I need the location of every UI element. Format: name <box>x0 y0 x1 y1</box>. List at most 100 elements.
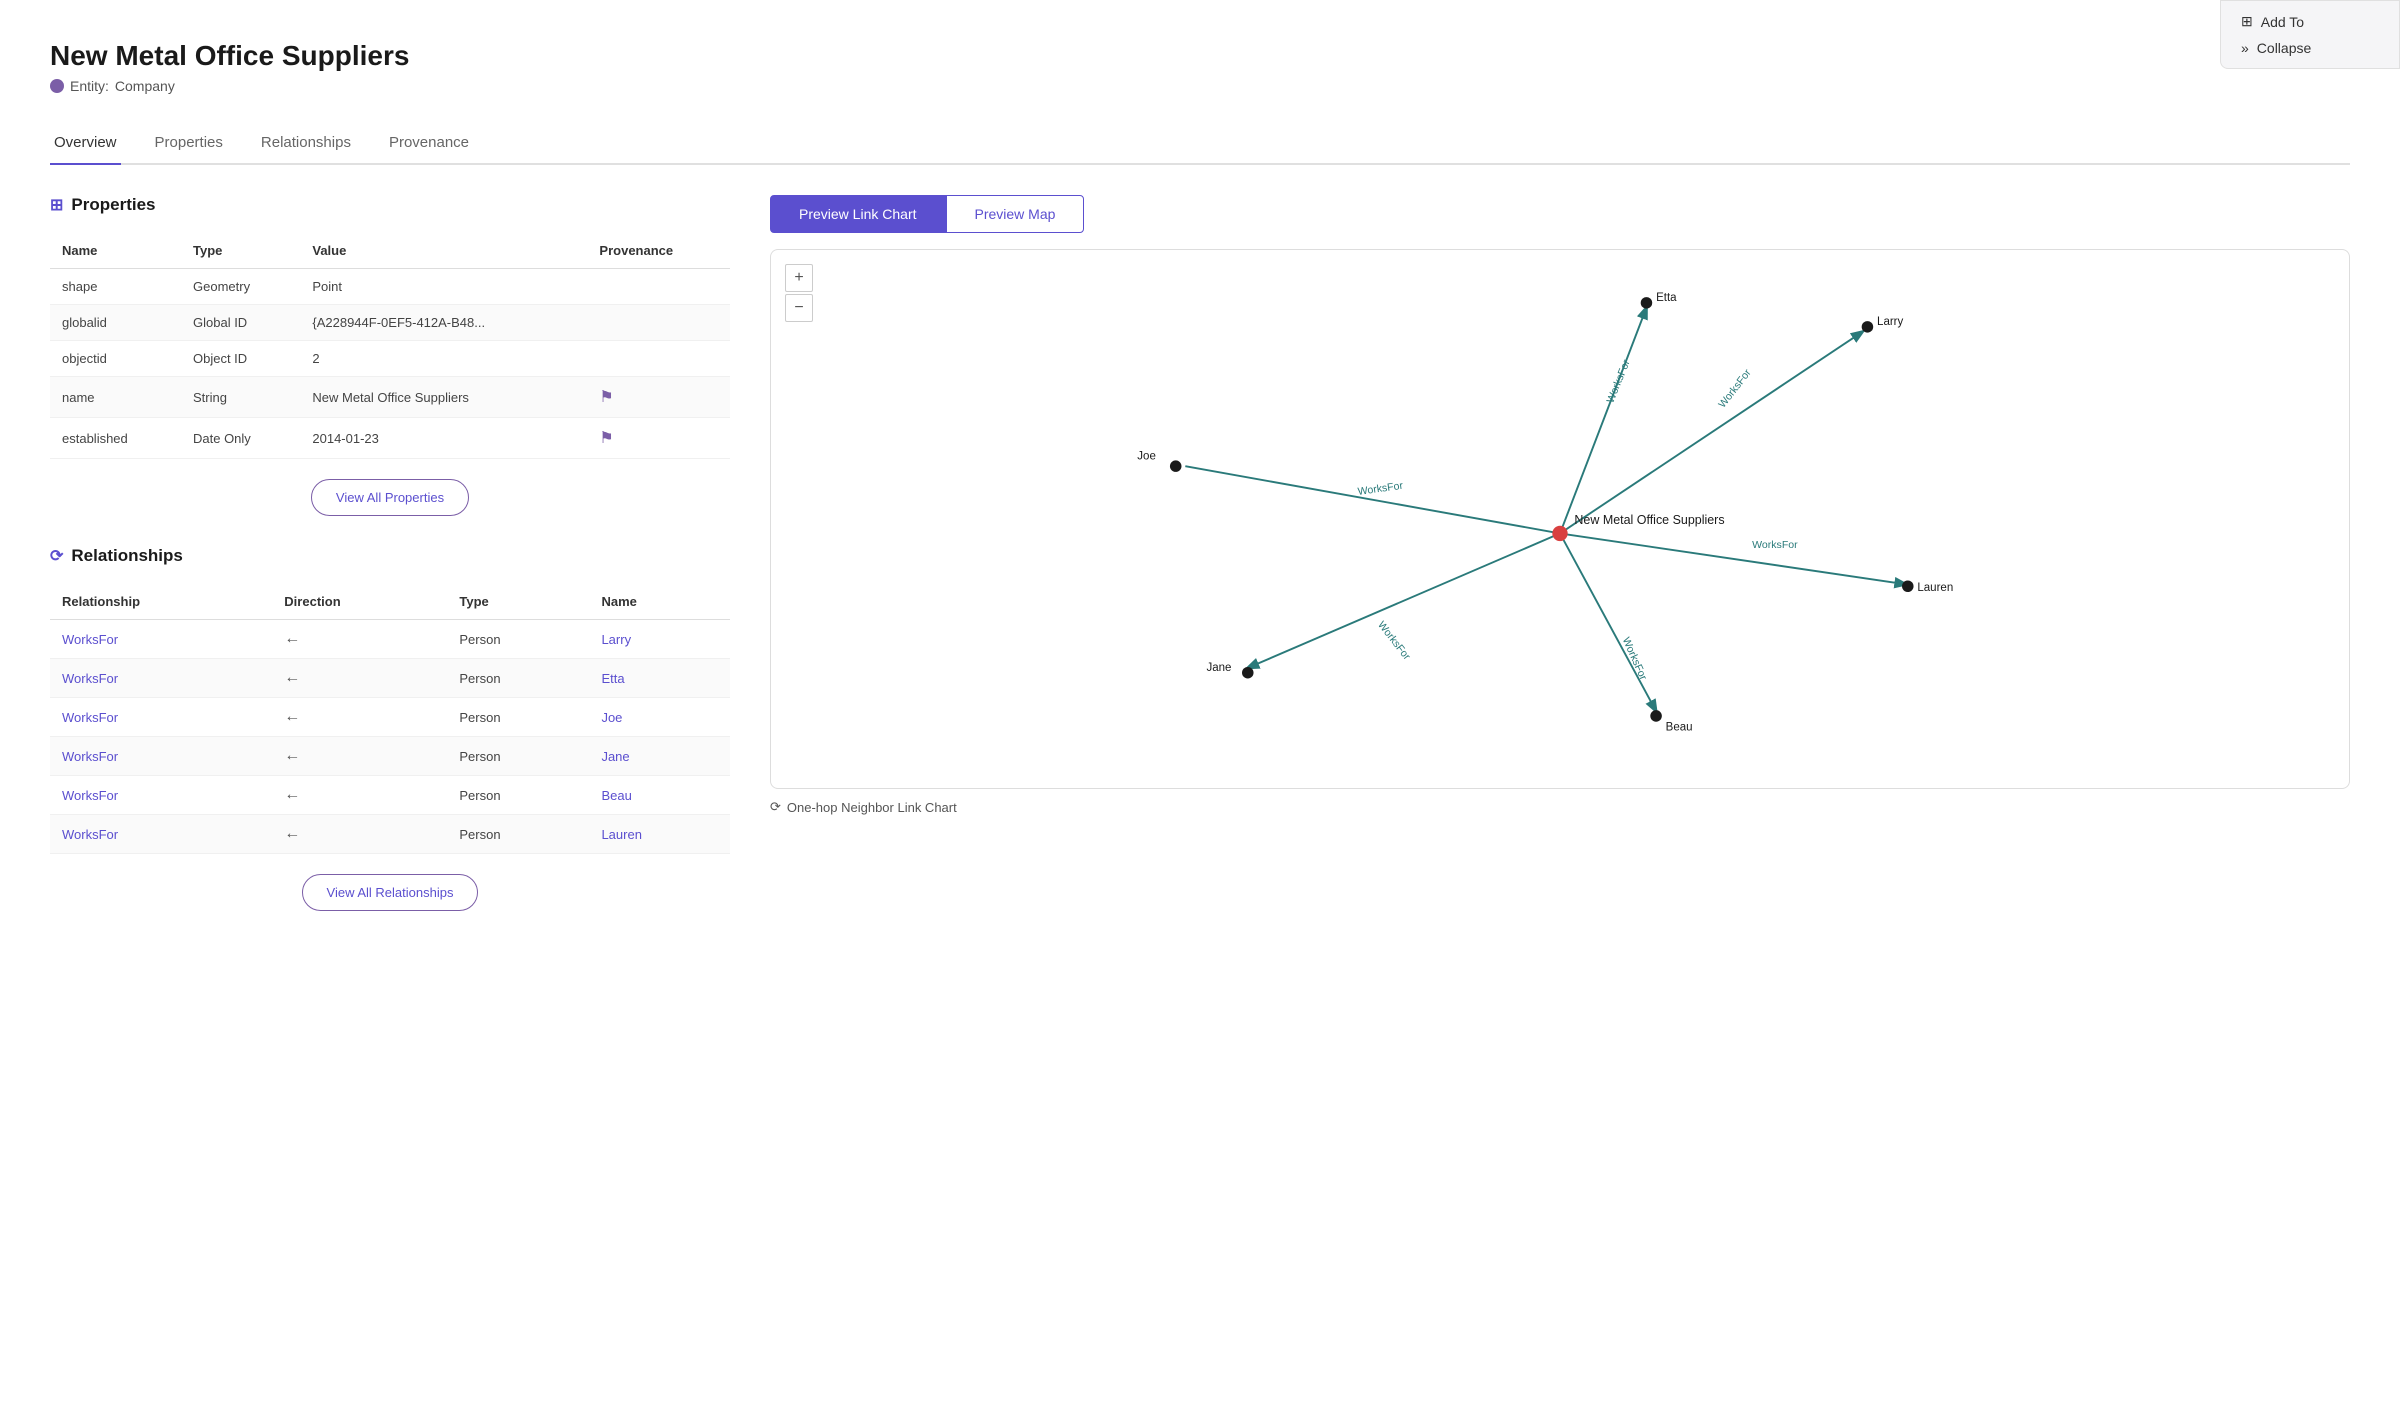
rel-col-relationship: Relationship <box>50 584 272 620</box>
node-joe-label: Joe <box>1137 450 1156 462</box>
prop-name: name <box>50 377 181 418</box>
zoom-in-button[interactable]: + <box>785 264 813 292</box>
rel-direction: ← <box>272 815 447 854</box>
rel-relationship: WorksFor <box>50 698 272 737</box>
table-row: name String New Metal Office Suppliers ⚑ <box>50 377 730 418</box>
table-row: WorksFor ← Person Jane <box>50 737 730 776</box>
node-beau[interactable] <box>1650 710 1662 722</box>
entity-label: Entity: Company <box>50 78 2350 94</box>
edge-label-jane: WorksFor <box>1375 619 1413 663</box>
node-beau-label: Beau <box>1666 721 1693 733</box>
right-column: Preview Link Chart Preview Map + − <box>770 195 2350 931</box>
prop-name: globalid <box>50 305 181 341</box>
prop-value: New Metal Office Suppliers <box>300 377 587 418</box>
tab-relationships[interactable]: Relationships <box>257 124 355 165</box>
edge-label-beau: WorksFor <box>1620 635 1650 682</box>
topbar: ⊞ Add To » Collapse <box>2220 0 2400 69</box>
col-value: Value <box>300 233 587 269</box>
prop-provenance <box>587 305 730 341</box>
node-etta-label: Etta <box>1656 292 1677 304</box>
prop-name: established <box>50 418 181 459</box>
rel-type: Person <box>447 698 589 737</box>
table-row: WorksFor ← Person Beau <box>50 776 730 815</box>
page-title: New Metal Office Suppliers <box>50 40 2350 72</box>
tab-provenance[interactable]: Provenance <box>385 124 473 165</box>
chart-controls: + − <box>785 264 813 322</box>
edge-etta <box>1560 308 1646 534</box>
view-all-relationships-button[interactable]: View All Relationships <box>302 874 479 911</box>
properties-table: Name Type Value Provenance shape Geometr… <box>50 233 730 459</box>
properties-icon: ⊞ <box>50 195 63 215</box>
node-larry[interactable] <box>1862 321 1874 333</box>
table-row: established Date Only 2014-01-23 ⚑ <box>50 418 730 459</box>
table-row: WorksFor ← Person Lauren <box>50 815 730 854</box>
rel-col-direction: Direction <box>272 584 447 620</box>
preview-map-button[interactable]: Preview Map <box>946 195 1085 233</box>
tab-properties[interactable]: Properties <box>151 124 227 165</box>
zoom-out-button[interactable]: − <box>785 294 813 322</box>
rel-direction: ← <box>272 776 447 815</box>
node-etta[interactable] <box>1641 297 1653 309</box>
col-name: Name <box>50 233 181 269</box>
rel-direction: ← <box>272 698 447 737</box>
chart-container: + − <box>770 249 2350 789</box>
rel-name: Etta <box>589 659 730 698</box>
rel-type: Person <box>447 620 589 659</box>
prop-name: shape <box>50 269 181 305</box>
relationships-section-title: ⟳ Relationships <box>50 546 730 566</box>
rel-type: Person <box>447 776 589 815</box>
center-node[interactable] <box>1552 526 1567 541</box>
node-jane[interactable] <box>1242 667 1254 679</box>
rel-direction: ← <box>272 620 447 659</box>
rel-type: Person <box>447 815 589 854</box>
prop-type: Object ID <box>181 341 300 377</box>
rel-relationship: WorksFor <box>50 737 272 776</box>
tabs-bar: Overview Properties Relationships Proven… <box>50 124 2350 165</box>
rel-relationship: WorksFor <box>50 776 272 815</box>
table-row: WorksFor ← Person Larry <box>50 620 730 659</box>
rel-col-type: Type <box>447 584 589 620</box>
relationships-table: Relationship Direction Type Name WorksFo… <box>50 584 730 854</box>
rel-relationship: WorksFor <box>50 620 272 659</box>
col-provenance: Provenance <box>587 233 730 269</box>
node-larry-label: Larry <box>1877 316 1903 328</box>
rel-name: Beau <box>589 776 730 815</box>
prop-value: {A228944F-0EF5-412A-B48... <box>300 305 587 341</box>
add-to-icon: ⊞ <box>2241 13 2253 30</box>
collapse-label: Collapse <box>2257 40 2311 56</box>
rel-direction: ← <box>272 737 447 776</box>
table-row: globalid Global ID {A228944F-0EF5-412A-B… <box>50 305 730 341</box>
tab-overview[interactable]: Overview <box>50 124 121 165</box>
preview-link-chart-button[interactable]: Preview Link Chart <box>770 195 946 233</box>
add-to-button[interactable]: ⊞ Add To <box>2241 13 2379 30</box>
caption-text: One-hop Neighbor Link Chart <box>787 800 957 815</box>
prop-provenance <box>587 269 730 305</box>
rel-col-name: Name <box>589 584 730 620</box>
collapse-button[interactable]: » Collapse <box>2241 40 2379 56</box>
entity-type-text: Company <box>115 78 175 94</box>
rel-relationship: WorksFor <box>50 659 272 698</box>
edge-label-joe: WorksFor <box>1357 480 1404 498</box>
edge-label-etta: WorksFor <box>1604 358 1632 405</box>
prop-type: String <box>181 377 300 418</box>
properties-title-text: Properties <box>71 195 155 215</box>
collapse-icon: » <box>2241 40 2249 56</box>
prop-type: Geometry <box>181 269 300 305</box>
entity-label-text: Entity: <box>70 78 109 94</box>
node-jane-label: Jane <box>1206 662 1231 674</box>
prop-value: Point <box>300 269 587 305</box>
rel-name: Joe <box>589 698 730 737</box>
prop-type: Global ID <box>181 305 300 341</box>
left-column: ⊞ Properties Name Type Value Provenance … <box>50 195 730 931</box>
prop-value: 2014-01-23 <box>300 418 587 459</box>
entity-dot-icon <box>50 79 64 93</box>
prop-provenance: ⚑ <box>587 377 730 418</box>
col-type: Type <box>181 233 300 269</box>
relationships-title-text: Relationships <box>71 546 182 566</box>
view-all-properties-button[interactable]: View All Properties <box>311 479 469 516</box>
edge-label-lauren: WorksFor <box>1752 539 1798 551</box>
node-lauren[interactable] <box>1902 580 1914 592</box>
node-joe[interactable] <box>1170 460 1182 472</box>
prop-provenance: ⚑ <box>587 418 730 459</box>
rel-type: Person <box>447 737 589 776</box>
